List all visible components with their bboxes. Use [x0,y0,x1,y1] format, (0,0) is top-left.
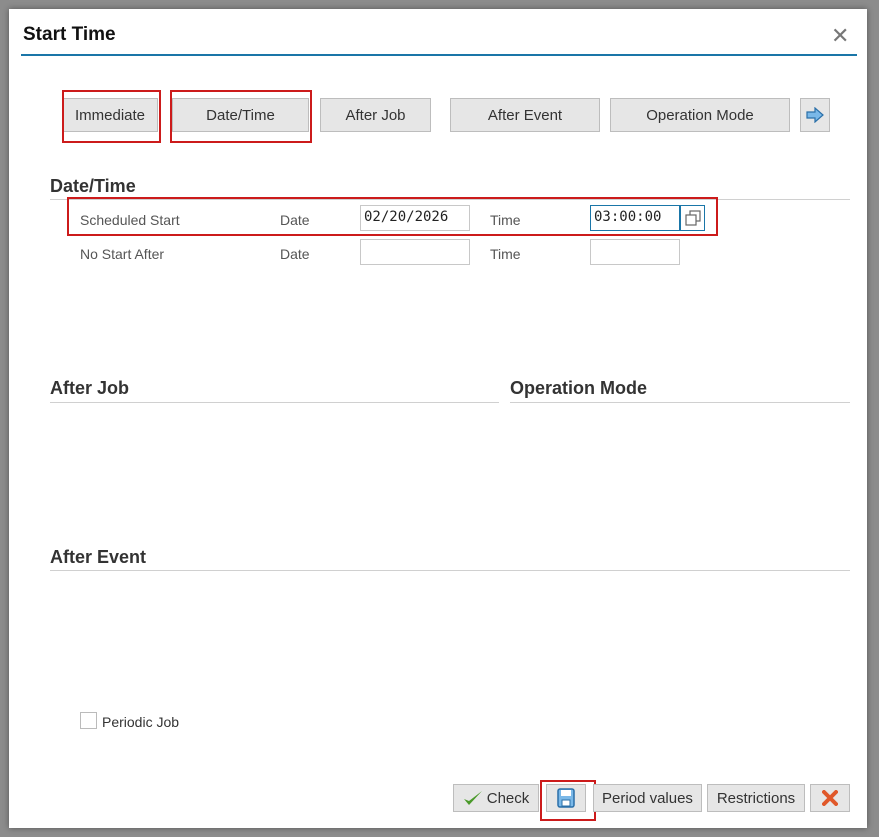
scheduled-start-label: Scheduled Start [80,212,180,228]
divider [510,402,850,403]
scheduled-start-time-label: Time [490,212,521,228]
after-job-button[interactable]: After Job [320,98,431,132]
dialog-title: Start Time [23,24,116,45]
cancel-button[interactable] [810,784,850,812]
after-event-button[interactable]: After Event [450,98,600,132]
date-time-button[interactable]: Date/Time [172,98,309,132]
restrictions-button[interactable]: Restrictions [707,784,805,812]
divider [50,570,850,571]
date-time-heading: Date/Time [50,176,136,196]
cancel-x-icon [822,790,838,806]
arrow-right-icon [806,107,824,123]
period-values-button[interactable]: Period values [593,784,702,812]
periodic-job-checkbox[interactable] [80,712,97,729]
value-help-icon [684,210,701,226]
operation-mode-heading: Operation Mode [510,378,648,398]
no-start-after-label: No Start After [80,246,165,262]
after-event-heading: After Event [50,547,147,567]
start-time-dialog: Start Time ✕ Immediate Date/Time After J… [9,9,867,828]
close-icon[interactable]: ✕ [831,23,849,49]
after-job-heading: After Job [50,378,130,398]
no-start-after-date-label: Date [280,246,310,262]
more-button[interactable] [800,98,830,132]
operation-mode-button[interactable]: Operation Mode [610,98,790,132]
immediate-button[interactable]: Immediate [62,98,158,132]
no-start-after-time-label: Time [490,246,521,262]
scheduled-start-date-input[interactable]: 02/20/2026 [360,205,470,231]
periodic-job-label: Periodic Job [102,714,180,730]
no-start-after-date-input[interactable] [360,239,470,265]
no-start-after-time-input[interactable] [590,239,680,265]
checkmark-icon [463,791,482,805]
save-icon [557,788,575,808]
scheduled-start-time-input[interactable]: 03:00:00 [590,205,680,231]
value-help-button[interactable] [680,205,705,231]
title-divider [21,54,857,56]
divider [50,199,850,200]
scheduled-start-date-label: Date [280,212,310,228]
check-label: Check [486,789,530,807]
divider [50,402,499,403]
save-button[interactable] [546,784,586,812]
check-button[interactable]: Check [453,784,539,812]
